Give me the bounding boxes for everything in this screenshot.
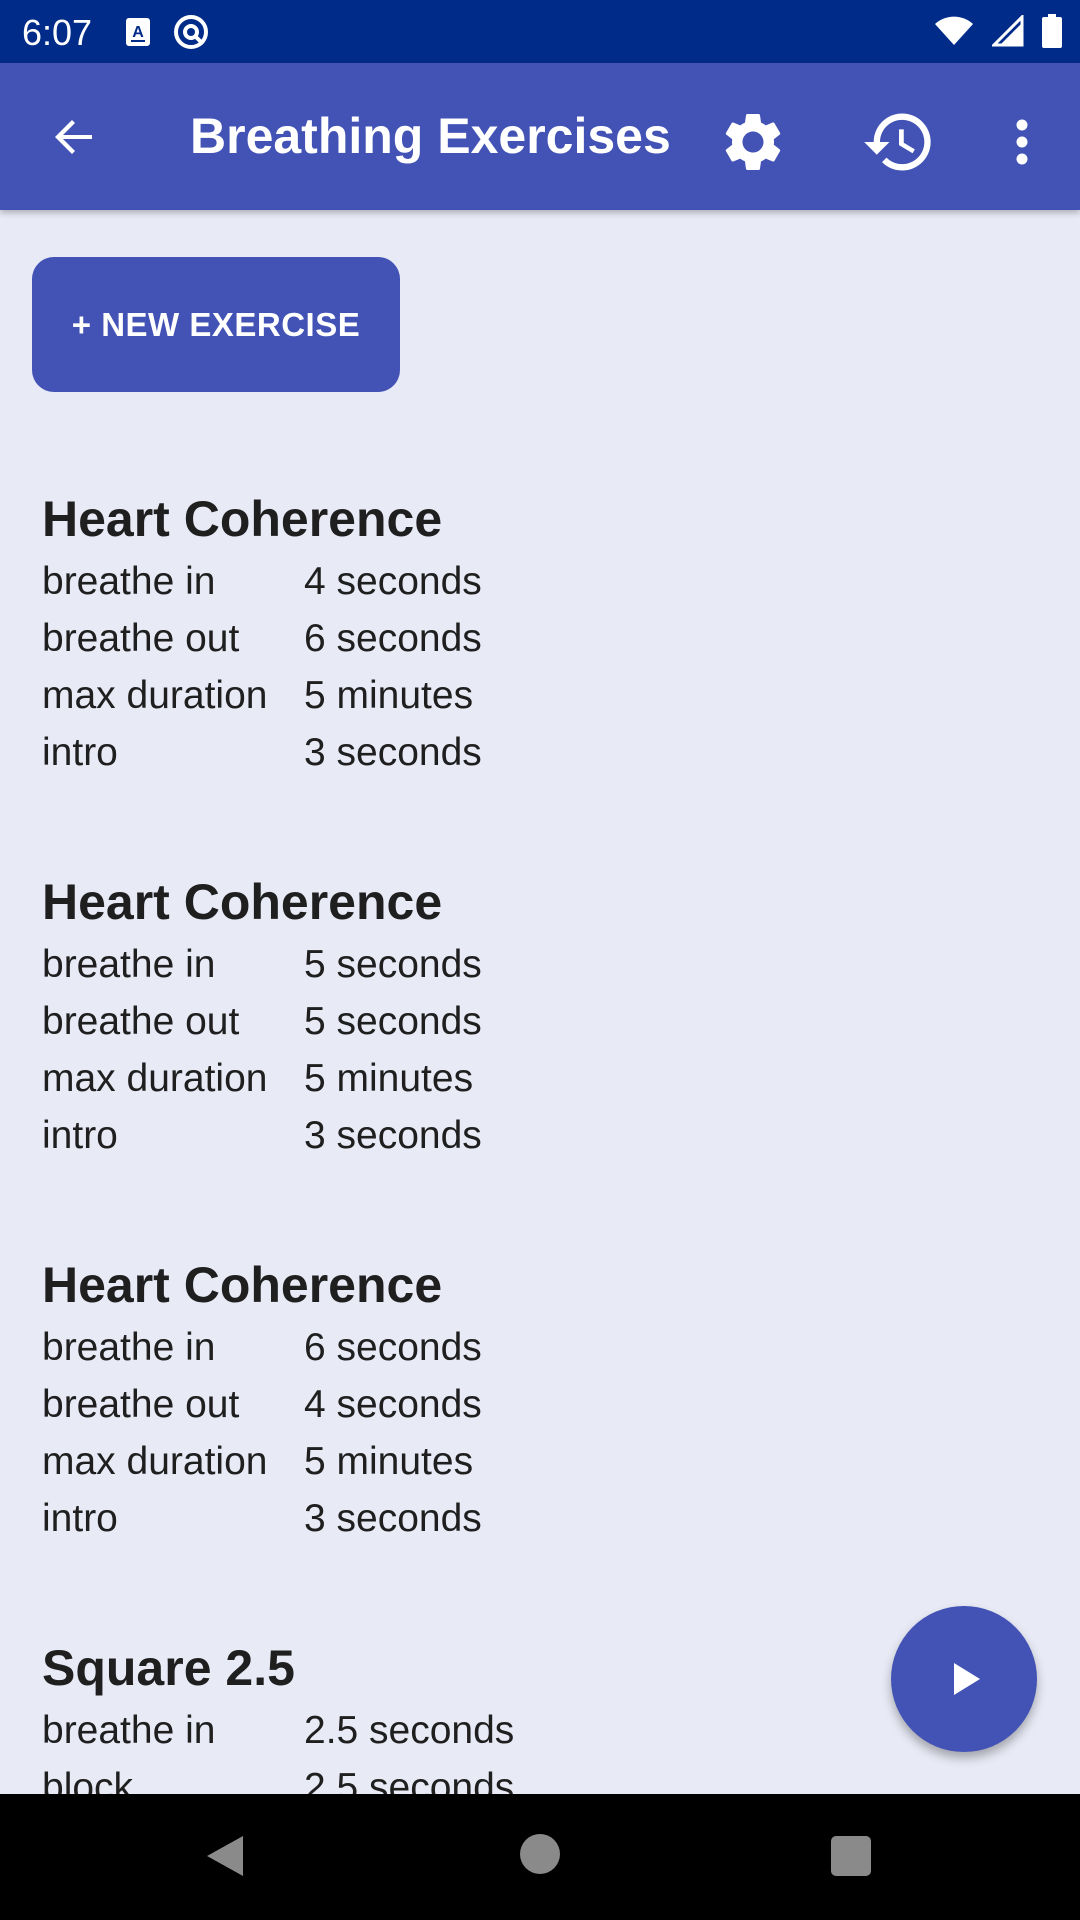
exercise-row-value: 5 minutes (304, 1057, 474, 1100)
exercise-row-value: 5 minutes (304, 674, 474, 717)
exercise-item[interactable]: Heart Coherence breathe in 4 seconds bre… (42, 487, 482, 781)
exercise-item[interactable]: Square 2.5 breathe in 2.5 seconds block … (42, 1636, 514, 1816)
exercise-row-label: max duration (42, 674, 268, 717)
exercise-row-label: breathe in (42, 560, 216, 603)
exercise-title: Square 2.5 (42, 1640, 295, 1696)
exercise-row-label: breathe out (42, 1000, 240, 1043)
system-nav-bar (0, 1794, 1080, 1920)
play-icon (954, 1663, 980, 1695)
more-vert-icon (1016, 119, 1028, 165)
exercise-row: breathe in 4 seconds (42, 553, 482, 610)
exercise-row-value: 6 seconds (304, 1326, 482, 1369)
history-button[interactable] (858, 101, 940, 183)
exercise-row-value: 5 seconds (304, 943, 482, 986)
keyboard-notification-icon: A (126, 18, 150, 46)
nav-back-icon[interactable] (205, 1834, 245, 1878)
exercise-title: Heart Coherence (42, 1257, 443, 1313)
exercise-row-label: max duration (42, 1057, 268, 1100)
exercise-row-value: 4 seconds (304, 560, 482, 603)
exercise-row-label: intro (42, 1114, 118, 1157)
exercise-row-value: 5 minutes (304, 1440, 474, 1483)
exercise-row-label: max duration (42, 1440, 268, 1483)
exercise-title: Heart Coherence (42, 874, 443, 930)
vpn-circle-icon (174, 15, 208, 49)
exercise-item[interactable]: Heart Coherence breathe in 6 seconds bre… (42, 1253, 482, 1547)
history-icon (864, 113, 931, 171)
app-bar: Breathing Exercises (0, 63, 1080, 210)
exercise-row-label: breathe out (42, 1383, 240, 1426)
gear-icon (725, 113, 781, 170)
exercise-row-label: breathe in (42, 1326, 216, 1369)
exercise-title: Heart Coherence (42, 491, 443, 547)
svg-text:A: A (132, 24, 144, 41)
exercise-row: intro 3 seconds (42, 1490, 482, 1547)
back-button[interactable] (42, 105, 106, 169)
nav-recents-icon[interactable] (831, 1836, 871, 1876)
exercise-row: max duration 5 minutes (42, 667, 482, 724)
battery-icon (1042, 14, 1062, 48)
arrow-left-icon (55, 120, 92, 154)
exercise-row: breathe out 5 seconds (42, 993, 482, 1050)
exercise-row-label: intro (42, 1497, 118, 1540)
wifi-icon (935, 16, 973, 45)
exercise-row: intro 3 seconds (42, 724, 482, 781)
exercise-row-value: 2.5 seconds (304, 1709, 515, 1752)
exercise-row: max duration 5 minutes (42, 1433, 482, 1490)
exercise-row: intro 3 seconds (42, 1107, 482, 1164)
status-time: 6:07 (22, 12, 93, 53)
exercise-row: breathe out 4 seconds (42, 1376, 482, 1433)
exercise-row-value: 5 seconds (304, 1000, 482, 1043)
nav-home-icon[interactable] (520, 1834, 560, 1874)
exercise-row: max duration 5 minutes (42, 1050, 482, 1107)
exercise-row: breathe out 6 seconds (42, 610, 482, 667)
exercise-row-value: 3 seconds (304, 1114, 482, 1157)
exercise-row-label: breathe out (42, 617, 240, 660)
status-bar: 6:07 A (0, 0, 1080, 63)
play-fab-button[interactable] (891, 1606, 1037, 1752)
cell-signal-icon (992, 15, 1024, 47)
exercise-row-value: 6 seconds (304, 617, 482, 660)
exercise-row: breathe in 6 seconds (42, 1319, 482, 1376)
new-exercise-button[interactable]: + NEW EXERCISE (32, 257, 400, 392)
exercise-row-value: 4 seconds (304, 1383, 482, 1426)
page-title: Breathing Exercises (190, 108, 671, 164)
exercise-row-label: breathe in (42, 1709, 216, 1752)
exercise-item[interactable]: Heart Coherence breathe in 5 seconds bre… (42, 870, 482, 1164)
exercise-row-label: breathe in (42, 943, 216, 986)
exercise-row-value: 3 seconds (304, 731, 482, 774)
settings-button[interactable] (712, 101, 794, 183)
exercise-row-value: 3 seconds (304, 1497, 482, 1540)
more-options-button[interactable] (1002, 101, 1042, 183)
exercise-row-label: intro (42, 731, 118, 774)
exercise-row: breathe in 2.5 seconds (42, 1702, 514, 1759)
exercise-row: breathe in 5 seconds (42, 936, 482, 993)
